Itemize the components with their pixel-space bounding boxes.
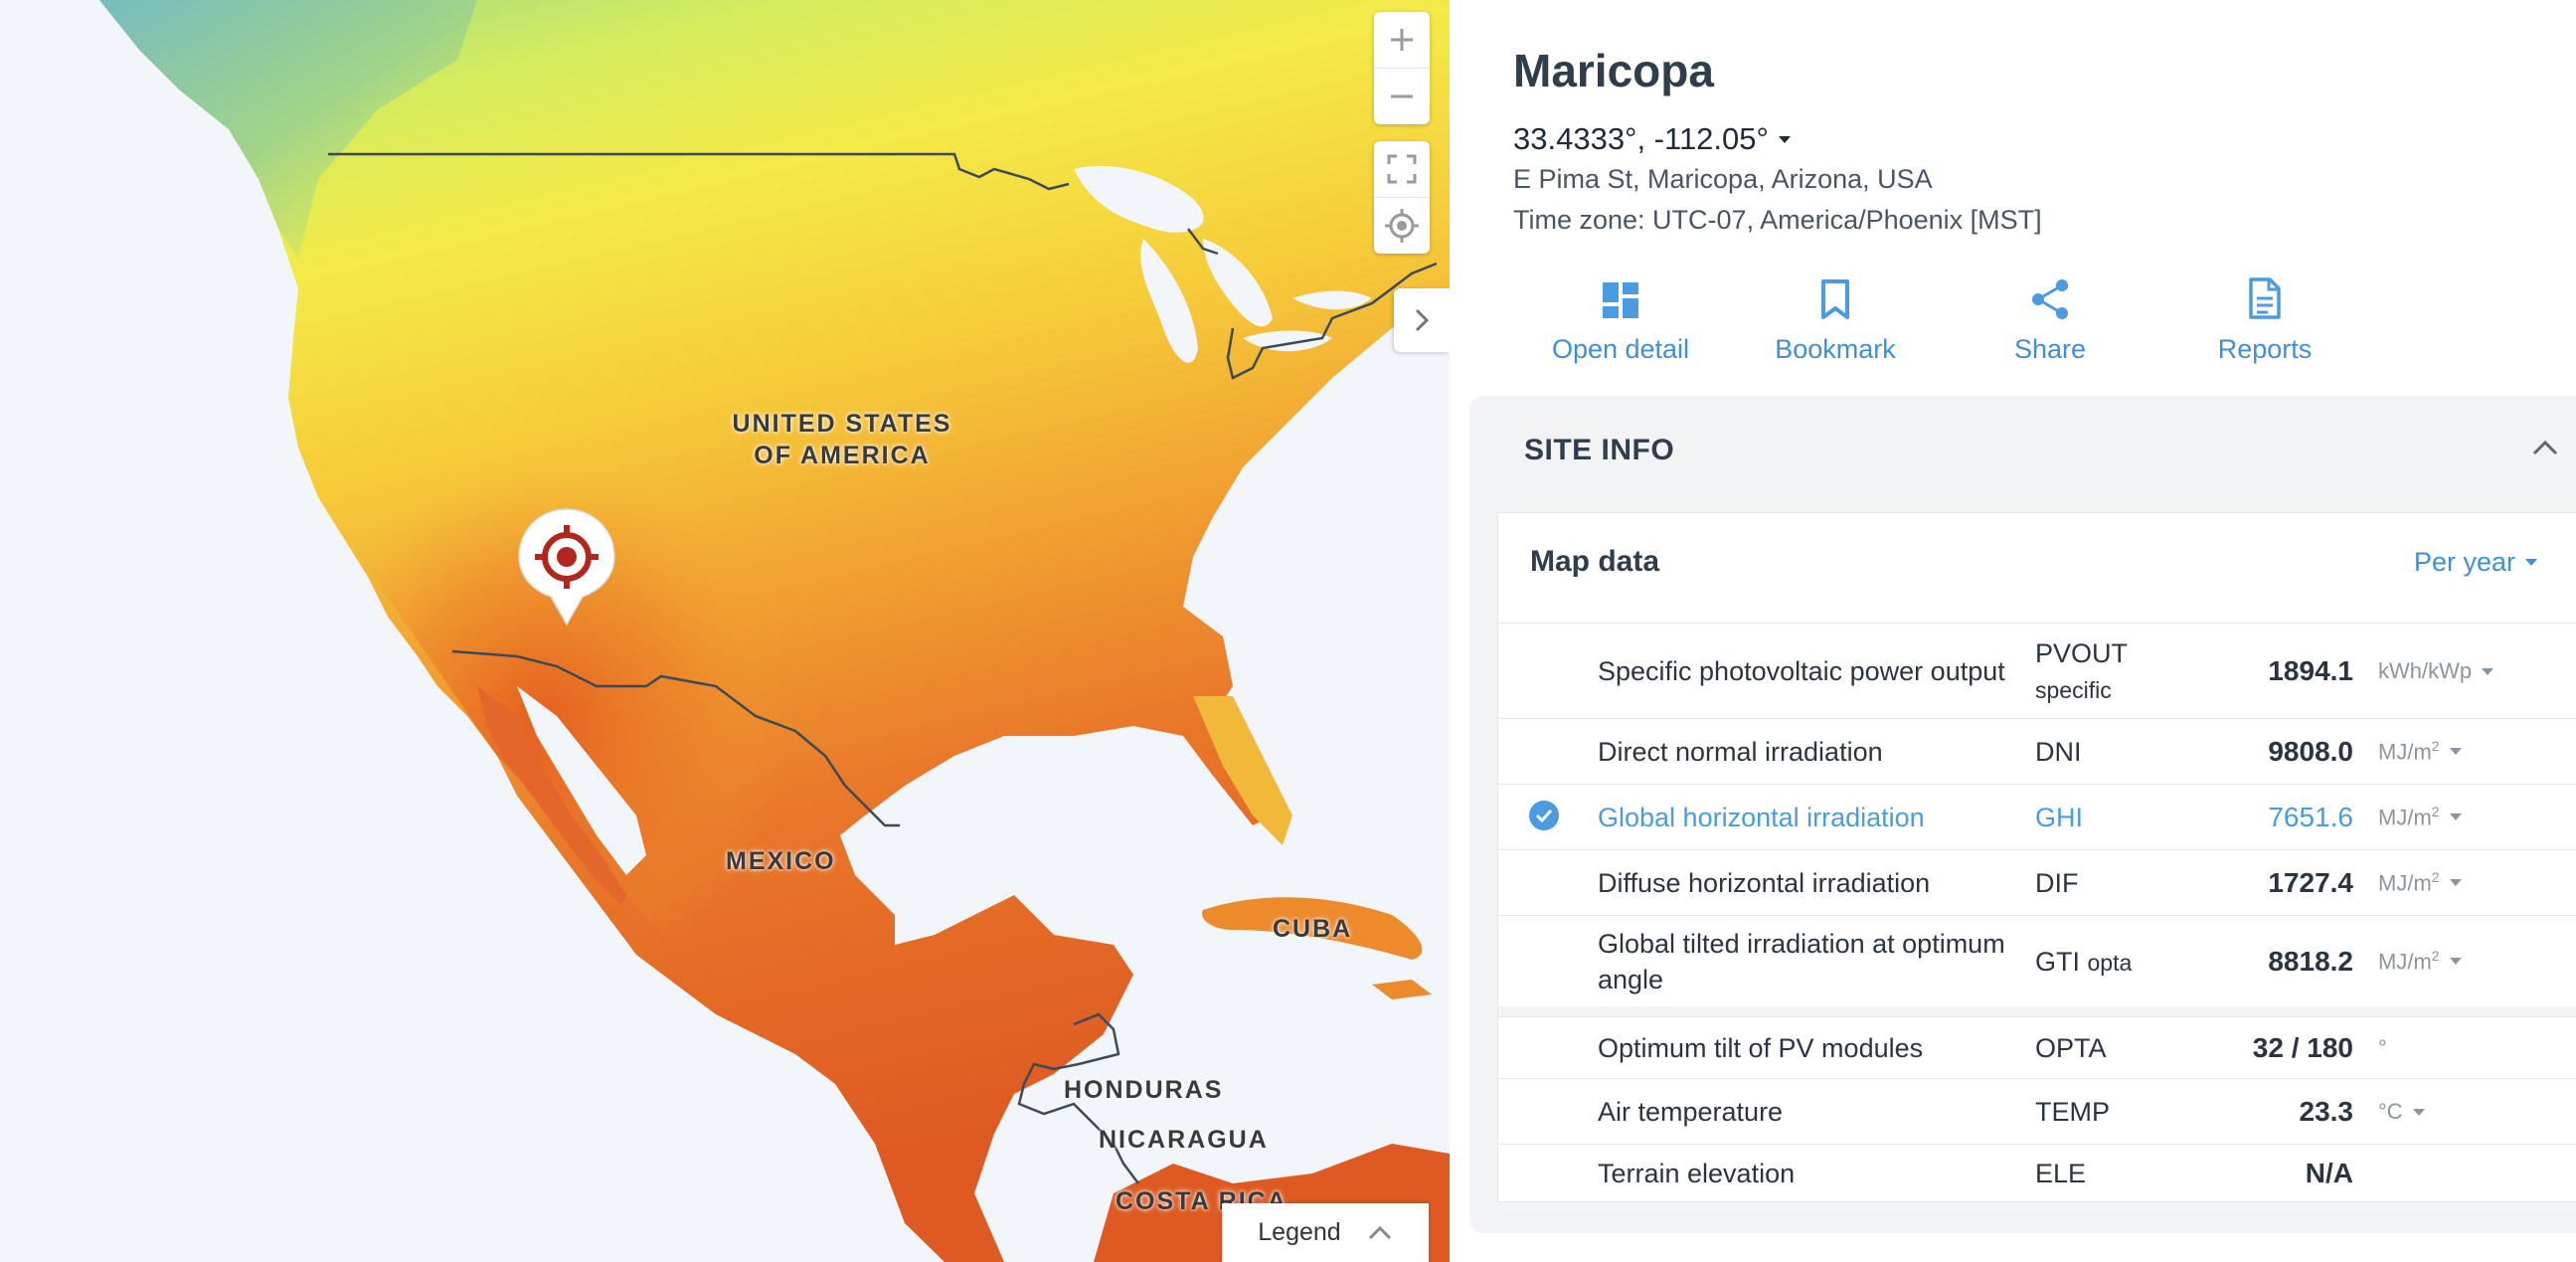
fullscreen-button[interactable] <box>1374 141 1430 197</box>
chevron-right-icon <box>1415 308 1430 332</box>
row-abbr: TEMP <box>2035 1097 2111 1127</box>
collapse-site-info-button[interactable] <box>2530 438 2560 462</box>
table-row: Direct normal irradiation DNI 9808.0 MJ/… <box>1498 718 2576 785</box>
unit-dropdown[interactable]: °C <box>2378 1099 2425 1125</box>
row-abbr: GTI opta <box>2035 946 2133 977</box>
map-label-cuba: CUBA <box>1273 915 1353 943</box>
caret-down-icon <box>2482 667 2494 675</box>
row-value: 32 / 180 <box>2252 1032 2353 1063</box>
bookmark-button[interactable]: Bookmark <box>1728 270 1943 365</box>
open-detail-button[interactable]: Open detail <box>1513 270 1728 365</box>
row-value: 23.3 <box>2299 1096 2354 1127</box>
reports-button[interactable]: Reports <box>2157 270 2372 365</box>
map-canvas[interactable] <box>0 0 1450 1262</box>
site-panel: Maricopa 33.4333°, -112.05° E Pima St, M… <box>1450 0 2576 1262</box>
zoom-control <box>1374 12 1430 124</box>
map-data-title: Map data <box>1530 545 1660 578</box>
minus-icon <box>1391 94 1413 98</box>
caret-down-icon <box>2449 748 2462 756</box>
site-info-section: SITE INFO Map data Per year Specific pho… <box>1469 396 2576 1233</box>
map-label-nicaragua: NICARAGUA <box>1099 1126 1269 1154</box>
map-label-honduras: HONDURAS <box>1064 1076 1224 1104</box>
caret-down-icon <box>2449 879 2462 887</box>
bookmark-label: Bookmark <box>1775 334 1896 364</box>
row-name: Direct normal irradiation <box>1598 737 1883 767</box>
unit-dropdown[interactable]: MJ/m2 <box>2378 948 2462 975</box>
row-name: Air temperature <box>1598 1097 1784 1127</box>
dashboard-icon <box>1603 282 1638 318</box>
row-name: Diffuse horizontal irradiation <box>1598 868 1931 898</box>
unit-dropdown[interactable]: kWh/kWp <box>2378 658 2494 684</box>
coordinates-dropdown[interactable]: 33.4333°, -112.05° <box>1513 121 1791 157</box>
row-abbr: ELE <box>2035 1159 2087 1188</box>
caret-down-icon <box>2449 813 2462 821</box>
action-bar: Open detail Bookmark Share Reports <box>1513 270 2372 365</box>
bookmark-icon <box>1821 279 1849 319</box>
row-abbr: DIF <box>2035 868 2079 898</box>
row-name: Specific photovoltaic power output <box>1598 656 2005 686</box>
unit-dropdown[interactable]: MJ/m2 <box>2378 869 2462 896</box>
chevron-up-icon <box>2532 440 2558 455</box>
row-value: 1727.4 <box>2268 867 2353 898</box>
locate-icon <box>1385 209 1419 243</box>
checkmark-icon[interactable] <box>1528 800 1560 836</box>
unit-label: ° <box>2378 1035 2387 1060</box>
caret-down-icon <box>2449 958 2462 966</box>
map-label-mexico: MEXICO <box>726 847 836 875</box>
table-row: Terrain elevation ELE N/A <box>1498 1144 2576 1202</box>
legend-button[interactable]: Legend <box>1222 1203 1429 1262</box>
locate-button[interactable] <box>1374 197 1430 254</box>
site-title: Maricopa <box>1513 45 1714 96</box>
row-abbr: OPTA <box>2035 1033 2107 1063</box>
table-row: Global tilted irradiation at optimum ang… <box>1498 915 2576 1007</box>
chevron-up-icon <box>1368 1225 1391 1239</box>
caret-down-icon <box>1778 135 1791 143</box>
fullscreen-icon <box>1387 154 1417 184</box>
row-value: 1894.1 <box>2268 655 2353 686</box>
row-name: Global horizontal irradiation <box>1598 803 1925 832</box>
unit-dropdown[interactable]: MJ/m2 <box>2378 804 2462 830</box>
plus-icon <box>1391 29 1413 51</box>
reports-label: Reports <box>2217 334 2313 364</box>
table-row-selected[interactable]: Global horizontal irradiation GHI 7651.6… <box>1498 784 2576 850</box>
solar-map[interactable]: UNITED STATES OF AMERICA MEXICO CUBA HON… <box>0 0 1450 1262</box>
unit-dropdown[interactable]: MJ/m2 <box>2378 738 2462 765</box>
zoom-in-button[interactable] <box>1374 12 1430 68</box>
zoom-out-button[interactable] <box>1374 68 1430 124</box>
caret-down-icon <box>2525 559 2537 566</box>
period-dropdown[interactable]: Per year <box>2414 547 2537 578</box>
site-address: E Pima St, Maricopa, Arizona, USA <box>1513 164 1933 194</box>
row-value: 9808.0 <box>2268 736 2353 767</box>
row-value: 8818.2 <box>2268 946 2353 977</box>
row-value: N/A <box>2305 1158 2353 1188</box>
share-icon <box>2032 279 2068 319</box>
share-button[interactable]: Share <box>1943 270 2157 365</box>
row-abbr: PVOUT specific <box>2035 637 2129 703</box>
row-name: Terrain elevation <box>1598 1159 1796 1188</box>
coordinates-text: 33.4333°, -112.05° <box>1513 121 1769 156</box>
legend-label: Legend <box>1258 1218 1341 1246</box>
collapse-panel-button[interactable] <box>1394 288 1450 352</box>
target-marker-icon[interactable] <box>517 507 616 627</box>
row-name: Optimum tilt of PV modules <box>1598 1033 1924 1063</box>
map-data-card: Map data Per year Specific photovoltaic … <box>1497 512 2576 1202</box>
open-detail-label: Open detail <box>1551 334 1690 364</box>
row-value: 7651.6 <box>2268 802 2353 832</box>
site-timezone: Time zone: UTC-07, America/Phoenix [MST] <box>1513 205 2042 235</box>
period-label: Per year <box>2413 547 2515 577</box>
row-abbr: GHI <box>2035 803 2084 832</box>
site-info-header: SITE INFO <box>1524 434 1675 466</box>
map-label-usa: UNITED STATES OF AMERICA <box>732 410 952 469</box>
share-label: Share <box>2013 334 2087 364</box>
document-icon <box>2249 277 2281 319</box>
table-row: Optimum tilt of PV modules OPTA 32 / 180… <box>1498 1016 2576 1079</box>
table-row: Diffuse horizontal irradiation DIF 1727.… <box>1498 849 2576 916</box>
map-tools-control <box>1374 141 1430 254</box>
table-row: Specific photovoltaic power output PVOUT… <box>1498 623 2576 719</box>
caret-down-icon <box>2412 1108 2425 1116</box>
row-abbr: DNI <box>2035 737 2082 767</box>
row-name: Global tilted irradiation at optimum ang… <box>1598 929 2005 994</box>
section-divider <box>1498 1006 2576 1016</box>
table-row: Air temperature TEMP 23.3 °C <box>1498 1078 2576 1145</box>
